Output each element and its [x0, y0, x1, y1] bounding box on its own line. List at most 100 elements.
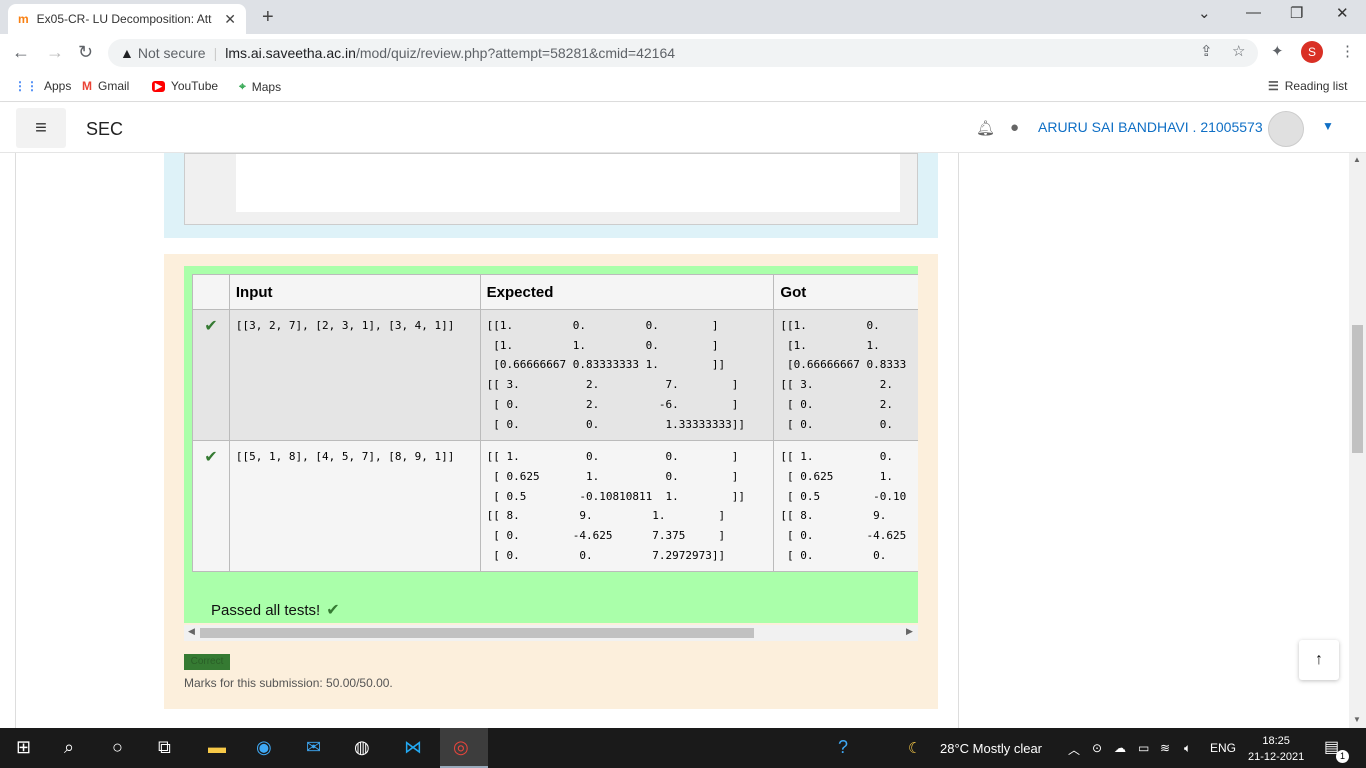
nav-drawer-toggle-icon[interactable]: ≡ [16, 108, 66, 148]
bookmark-apps[interactable]: ⋮⋮ Apps [14, 79, 71, 93]
scroll-left-icon[interactable]: ◀ [188, 626, 195, 637]
check-icon: ✔ [204, 316, 218, 335]
edge-icon[interactable]: ◉ [256, 737, 272, 758]
language-indicator[interactable]: ENG [1210, 741, 1236, 755]
results-table: Input Expected Got ✔ [[3, 2, 7], [2, 3, … [192, 274, 918, 573]
gmail-icon: M [82, 79, 92, 93]
scrollbar-thumb[interactable] [200, 628, 754, 638]
bookmarks-bar: ⋮⋮ Apps M Gmail ▶ YouTube ⌖ Maps ☰ Readi… [0, 72, 1366, 102]
url-host: lms.ai.saveetha.ac.in [225, 45, 356, 61]
battery-icon[interactable]: ▭ [1138, 741, 1149, 755]
table-row: ✔ [[5, 1, 8], [4, 5, 7], [8, 9, 1]] [[ 1… [192, 440, 918, 573]
chrome-menu-icon[interactable]: ⋮ [1340, 42, 1355, 60]
volume-icon[interactable]: 🔈︎ [1184, 741, 1191, 756]
page-content: Input Expected Got ✔ [[3, 2, 7], [2, 3, … [0, 153, 1366, 728]
reading-list-icon: ☰ [1268, 79, 1279, 93]
search-icon[interactable]: ⌕ [64, 737, 74, 758]
vertical-scrollbar[interactable]: ▲ ▼ [1349, 153, 1366, 728]
address-toolbar: ← → ↻ ▲ Not secure | lms.ai.saveetha.ac.… [0, 34, 1366, 72]
user-menu-caret-icon[interactable]: ▼ [1322, 119, 1334, 133]
bookmark-maps[interactable]: ⌖ Maps [239, 79, 281, 94]
bookmark-gmail[interactable]: M Gmail [82, 79, 129, 93]
restore-icon[interactable]: ❐ [1290, 4, 1303, 22]
apps-grid-icon: ⋮⋮ [14, 79, 38, 93]
got-cell: [[ 1. 0. [ 0.625 1. [ 0.5 -0.10 [[ 8. 9.… [780, 450, 907, 562]
input-cell: [[3, 2, 7], [2, 3, 1], [3, 4, 1]] [235, 319, 455, 332]
close-tab-icon[interactable]: ✕ [224, 11, 236, 28]
maps-icon: ⌖ [239, 79, 246, 93]
table-header-row: Input Expected Got [192, 274, 918, 310]
file-explorer-icon[interactable]: ▬ [208, 737, 226, 758]
browser-tab-bar: m Ex05-CR- LU Decomposition: Att ✕ + ⌄ —… [0, 0, 1366, 34]
weather-moon-icon: ☾ [908, 740, 922, 757]
user-avatar[interactable] [1268, 111, 1304, 147]
tab-search-chevron-icon[interactable]: ⌄ [1198, 4, 1211, 22]
check-icon: ✔ [326, 600, 340, 619]
column-header: Expected [479, 274, 775, 310]
scroll-up-icon[interactable]: ▲ [1353, 155, 1361, 164]
close-window-icon[interactable]: ✕ [1336, 4, 1349, 22]
browser-tab[interactable]: m Ex05-CR- LU Decomposition: Att ✕ [8, 4, 246, 34]
feedback-panel: Input Expected Got ✔ [[3, 2, 7], [2, 3, … [164, 254, 938, 709]
clock-date: 21-12-2021 [1248, 751, 1305, 763]
new-tab-icon[interactable]: + [262, 6, 274, 29]
minimize-icon[interactable]: — [1246, 4, 1261, 21]
chrome-taskbar-button[interactable]: ◎ [440, 728, 488, 768]
profile-avatar[interactable]: S [1301, 41, 1323, 63]
notification-count: 1 [1336, 750, 1349, 763]
bookmark-youtube[interactable]: ▶ YouTube [152, 79, 218, 93]
vscode-icon[interactable]: ⋈ [404, 737, 422, 758]
expected-cell: [[ 1. 0. 0. ] [ 0.625 1. 0. ] [ 0.5 -0.1… [486, 450, 745, 562]
mail-icon[interactable]: ✉ [306, 737, 321, 758]
check-icon: ✔ [204, 447, 218, 467]
column-header: Got [773, 274, 918, 310]
chrome-icon: ◎ [453, 737, 469, 757]
tray-chevron-icon[interactable]: ︿ [1068, 741, 1080, 758]
onedrive-icon[interactable]: ☁ [1114, 741, 1126, 755]
forward-icon[interactable]: → [46, 42, 64, 63]
site-name[interactable]: SEC [86, 119, 123, 140]
warning-icon: ▲ [120, 45, 134, 61]
help-icon[interactable]: ? [838, 737, 848, 758]
tray-app-icon[interactable]: ⊙ [1092, 741, 1102, 755]
answer-textarea[interactable] [184, 153, 918, 225]
reload-icon[interactable]: ↻ [78, 42, 93, 63]
clock-time: 18:25 [1262, 735, 1290, 747]
user-name[interactable]: ARURU SAI BANDHAVI . 21005573 [1038, 119, 1263, 135]
back-icon[interactable]: ← [12, 42, 30, 63]
got-cell: [[1. 0. [1. 1. [0.66666667 0.8333 [[ 3. … [780, 319, 907, 431]
extensions-icon[interactable]: ✦ [1271, 42, 1284, 60]
horizontal-scrollbar[interactable]: ◀ ▶ [184, 625, 918, 641]
expected-cell: [[1. 0. 0. ] [1. 1. 0. ] [0.66666667 0.8… [486, 319, 745, 431]
windows-taskbar: ⊞ ⌕ ○ ⧉ ▬ ◉ ✉ ◍ ⋈ ◎ ? ☾ 28°C Mostly clea… [0, 728, 1366, 768]
reading-list[interactable]: ☰ Reading list [1268, 79, 1347, 93]
youtube-icon: ▶ [152, 80, 165, 92]
scroll-down-icon[interactable]: ▼ [1353, 715, 1361, 724]
share-icon[interactable]: ⇪ [1200, 42, 1213, 60]
input-cell: [[5, 1, 8], [4, 5, 7], [8, 9, 1]] [235, 450, 455, 464]
marks-text: Marks for this submission: 50.00/50.00. [184, 676, 393, 690]
task-view-icon[interactable]: ⧉ [158, 737, 171, 758]
moodle-favicon-icon: m [18, 12, 29, 26]
url-bar[interactable]: ▲ Not secure | lms.ai.saveetha.ac.in/mod… [108, 39, 1258, 67]
wifi-icon[interactable]: ≋ [1160, 741, 1170, 755]
notification-bell-icon[interactable]: 🔔︎ [976, 119, 995, 137]
windows-start-icon[interactable]: ⊞ [16, 737, 31, 758]
weather-text[interactable]: 28°C Mostly clear [940, 741, 1042, 756]
cortana-icon[interactable]: ○ [112, 737, 123, 758]
site-header: ≡ SEC 🔔︎ ● ARURU SAI BANDHAVI . 21005573… [0, 103, 1366, 153]
scrollbar-thumb[interactable] [1352, 325, 1363, 453]
messages-icon[interactable]: ● [1010, 119, 1019, 136]
security-label: Not secure [137, 45, 206, 61]
passed-message: Passed all tests! ✔ [211, 600, 340, 619]
back-to-top-icon[interactable]: ↑ [1299, 640, 1339, 680]
url-path: /mod/quiz/review.php?attempt=58281&cmid=… [355, 45, 676, 61]
scroll-right-icon[interactable]: ▶ [906, 626, 913, 637]
tab-title: Ex05-CR- LU Decomposition: Att [36, 12, 212, 26]
column-header: Input [228, 274, 481, 310]
grade-badge: Correct [184, 654, 230, 670]
clock[interactable]: 18:25 21-12-2021 [1248, 733, 1304, 765]
test-results: Input Expected Got ✔ [[3, 2, 7], [2, 3, … [184, 266, 918, 623]
bookmark-star-icon[interactable]: ☆ [1232, 42, 1245, 60]
github-desktop-icon[interactable]: ◍ [354, 737, 370, 758]
